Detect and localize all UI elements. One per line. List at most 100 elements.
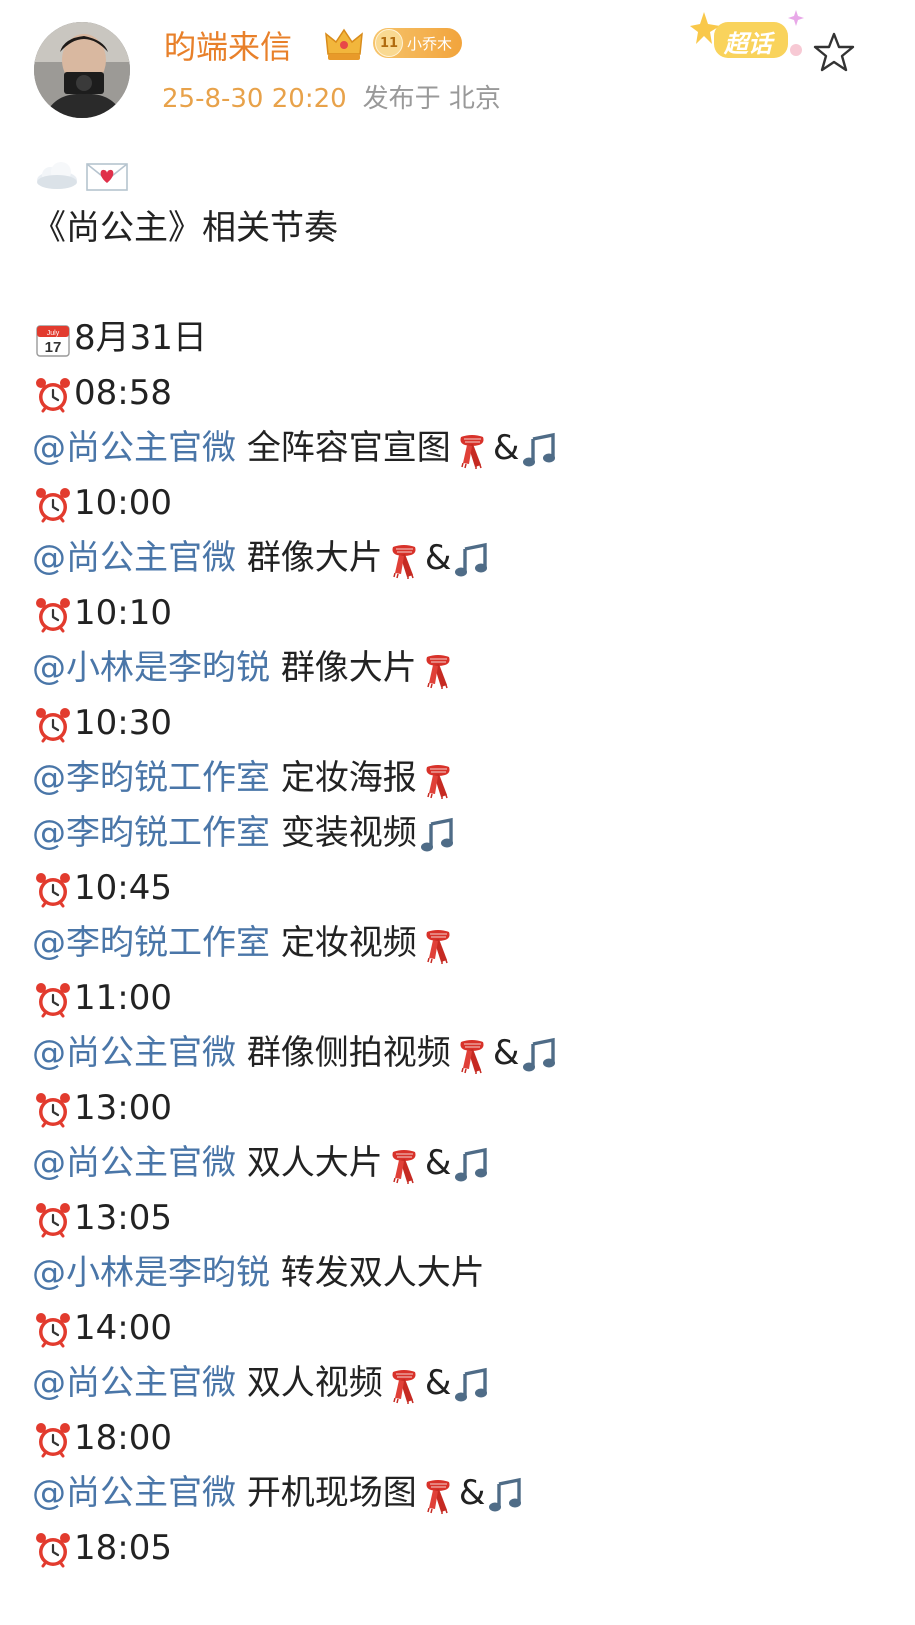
ampersand: & [424,1363,452,1403]
schedule-item-line: @李昀锐工作室 定妆海报 [32,751,892,806]
schedule-item-text: 群像侧拍视频 [246,1033,451,1073]
scarf-icon [392,1149,416,1184]
ampersand: & [492,428,520,468]
music-note-icon [523,432,556,466]
svg-text:July: July [47,330,60,337]
alarm-clock-icon [36,1312,70,1347]
scarf-icon [426,654,450,689]
music-note-icon [455,1147,488,1181]
user-avatar[interactable] [34,22,130,118]
schedule-item-line: @尚公主官微 群像大片 & [32,531,892,586]
schedule-item-text: 群像大片 [246,538,383,578]
schedule-time: 18:05 [74,1528,172,1568]
crown-icon [325,28,363,60]
schedule-item-text: 定妆视频 [280,923,417,963]
alarm-clock-icon [36,377,70,412]
schedule-item-line: @尚公主官微 群像侧拍视频 & [32,1026,892,1081]
schedule-item-text: 转发双人大片 [280,1253,485,1293]
post-meta: 25-8-30 20:20 发布于 北京 [162,78,501,115]
schedule-item-line: @小林是李昀锐 群像大片 [32,641,892,696]
scarf-icon [392,544,416,579]
mention-link[interactable]: @李昀锐工作室 [32,923,270,963]
mention-link[interactable]: @尚公主官微 [32,1033,236,1073]
schedule-time: 13:00 [74,1088,172,1128]
supertopic-badge[interactable]: 超话 [690,6,810,66]
date-line: July 17 8月31日 [32,311,892,366]
schedule-item-text: 双人视频 [246,1363,383,1403]
ampersand: & [424,1143,452,1183]
mention-link[interactable]: @尚公主官微 [32,428,236,468]
mention-link[interactable]: @尚公主官微 [32,1143,236,1183]
schedule-time-line: 18:00 [32,1411,892,1466]
supertopic-label: 超话 [724,30,772,58]
schedule-time-line: 14:00 [32,1301,892,1356]
schedule-item-line: @李昀锐工作室 定妆视频 [32,916,892,971]
ampersand: & [424,538,452,578]
favorite-star-icon[interactable] [812,30,856,74]
schedule-time-line: 10:45 [32,861,892,916]
scarf-icon [392,1369,416,1404]
mention-link[interactable]: @李昀锐工作室 [32,813,270,853]
schedule-item-text: 群像大片 [280,648,417,688]
schedule-item-line: @尚公主官微 双人视频 & [32,1356,892,1411]
mention-link[interactable]: @李昀锐工作室 [32,758,270,798]
svg-text:17: 17 [45,339,62,356]
post-content: 《尚公主》相关节奏 July 17 8月31日 08:58 @尚公主官微 全阵容官宣图 & 1… [32,146,892,1576]
username[interactable]: 昀端来信 [164,22,292,68]
post-date: 25-8-30 20:20 [162,84,347,114]
mention-link[interactable]: @尚公主官微 [32,538,236,578]
mention-link[interactable]: @小林是李昀锐 [32,1253,270,1293]
cloud-icon [37,161,77,189]
alarm-clock-icon [36,597,70,632]
scarf-icon [426,1479,450,1514]
post-title: 《尚公主》相关节奏 [32,208,338,248]
schedule-time-line: 13:00 [32,1081,892,1136]
schedule-item-text: 变装视频 [280,813,417,853]
schedule-item-line: @小林是李昀锐 转发双人大片 [32,1246,892,1301]
alarm-clock-icon [36,487,70,522]
schedule-item-text: 全阵容官宣图 [246,428,451,468]
scarf-icon [460,434,484,469]
schedule-time-line: 10:10 [32,586,892,641]
post-title-line: 《尚公主》相关节奏 [32,201,892,256]
music-note-icon [523,1037,556,1071]
alarm-clock-icon [36,982,70,1017]
schedule-item-text: 双人大片 [246,1143,383,1183]
schedule-item-line: @尚公主官微 双人大片 & [32,1136,892,1191]
scarf-icon [460,1039,484,1074]
schedule-time-line: 08:58 [32,366,892,421]
schedule-time: 18:00 [74,1418,172,1458]
scarf-icon [426,764,450,799]
schedule-time-line: 10:30 [32,696,892,751]
fan-level-badge[interactable]: 11 小乔木 [373,28,463,58]
schedule-item-text: 定妆海报 [280,758,417,798]
alarm-clock-icon [36,1092,70,1127]
schedule-time: 10:00 [74,483,172,523]
schedule-time: 14:00 [74,1308,172,1348]
schedule-time-line: 10:00 [32,476,892,531]
music-note-icon [420,817,453,851]
schedule-time-line: 13:05 [32,1191,892,1246]
calendar-icon: July 17 [36,324,70,357]
ampersand: & [492,1033,520,1073]
alarm-clock-icon [36,1202,70,1237]
emoji-line [32,146,892,201]
badge-level: 11 [375,29,403,57]
music-note-icon [455,1367,488,1401]
schedule-time: 10:10 [74,593,172,633]
mention-link[interactable]: @尚公主官微 [32,1473,236,1513]
schedule-time: 13:05 [74,1198,172,1238]
ampersand: & [458,1473,486,1513]
schedule-time-line: 18:05 [32,1521,892,1576]
mention-link[interactable]: @小林是李昀锐 [32,648,270,688]
music-note-icon [489,1477,522,1511]
alarm-clock-icon [36,707,70,742]
love-letter-icon [86,162,128,191]
schedule-time: 11:00 [74,978,172,1018]
mention-link[interactable]: @尚公主官微 [32,1363,236,1403]
badge-label: 小乔木 [407,34,453,53]
schedule-time: 10:30 [74,703,172,743]
alarm-clock-icon [36,1532,70,1567]
music-note-icon [455,542,488,576]
